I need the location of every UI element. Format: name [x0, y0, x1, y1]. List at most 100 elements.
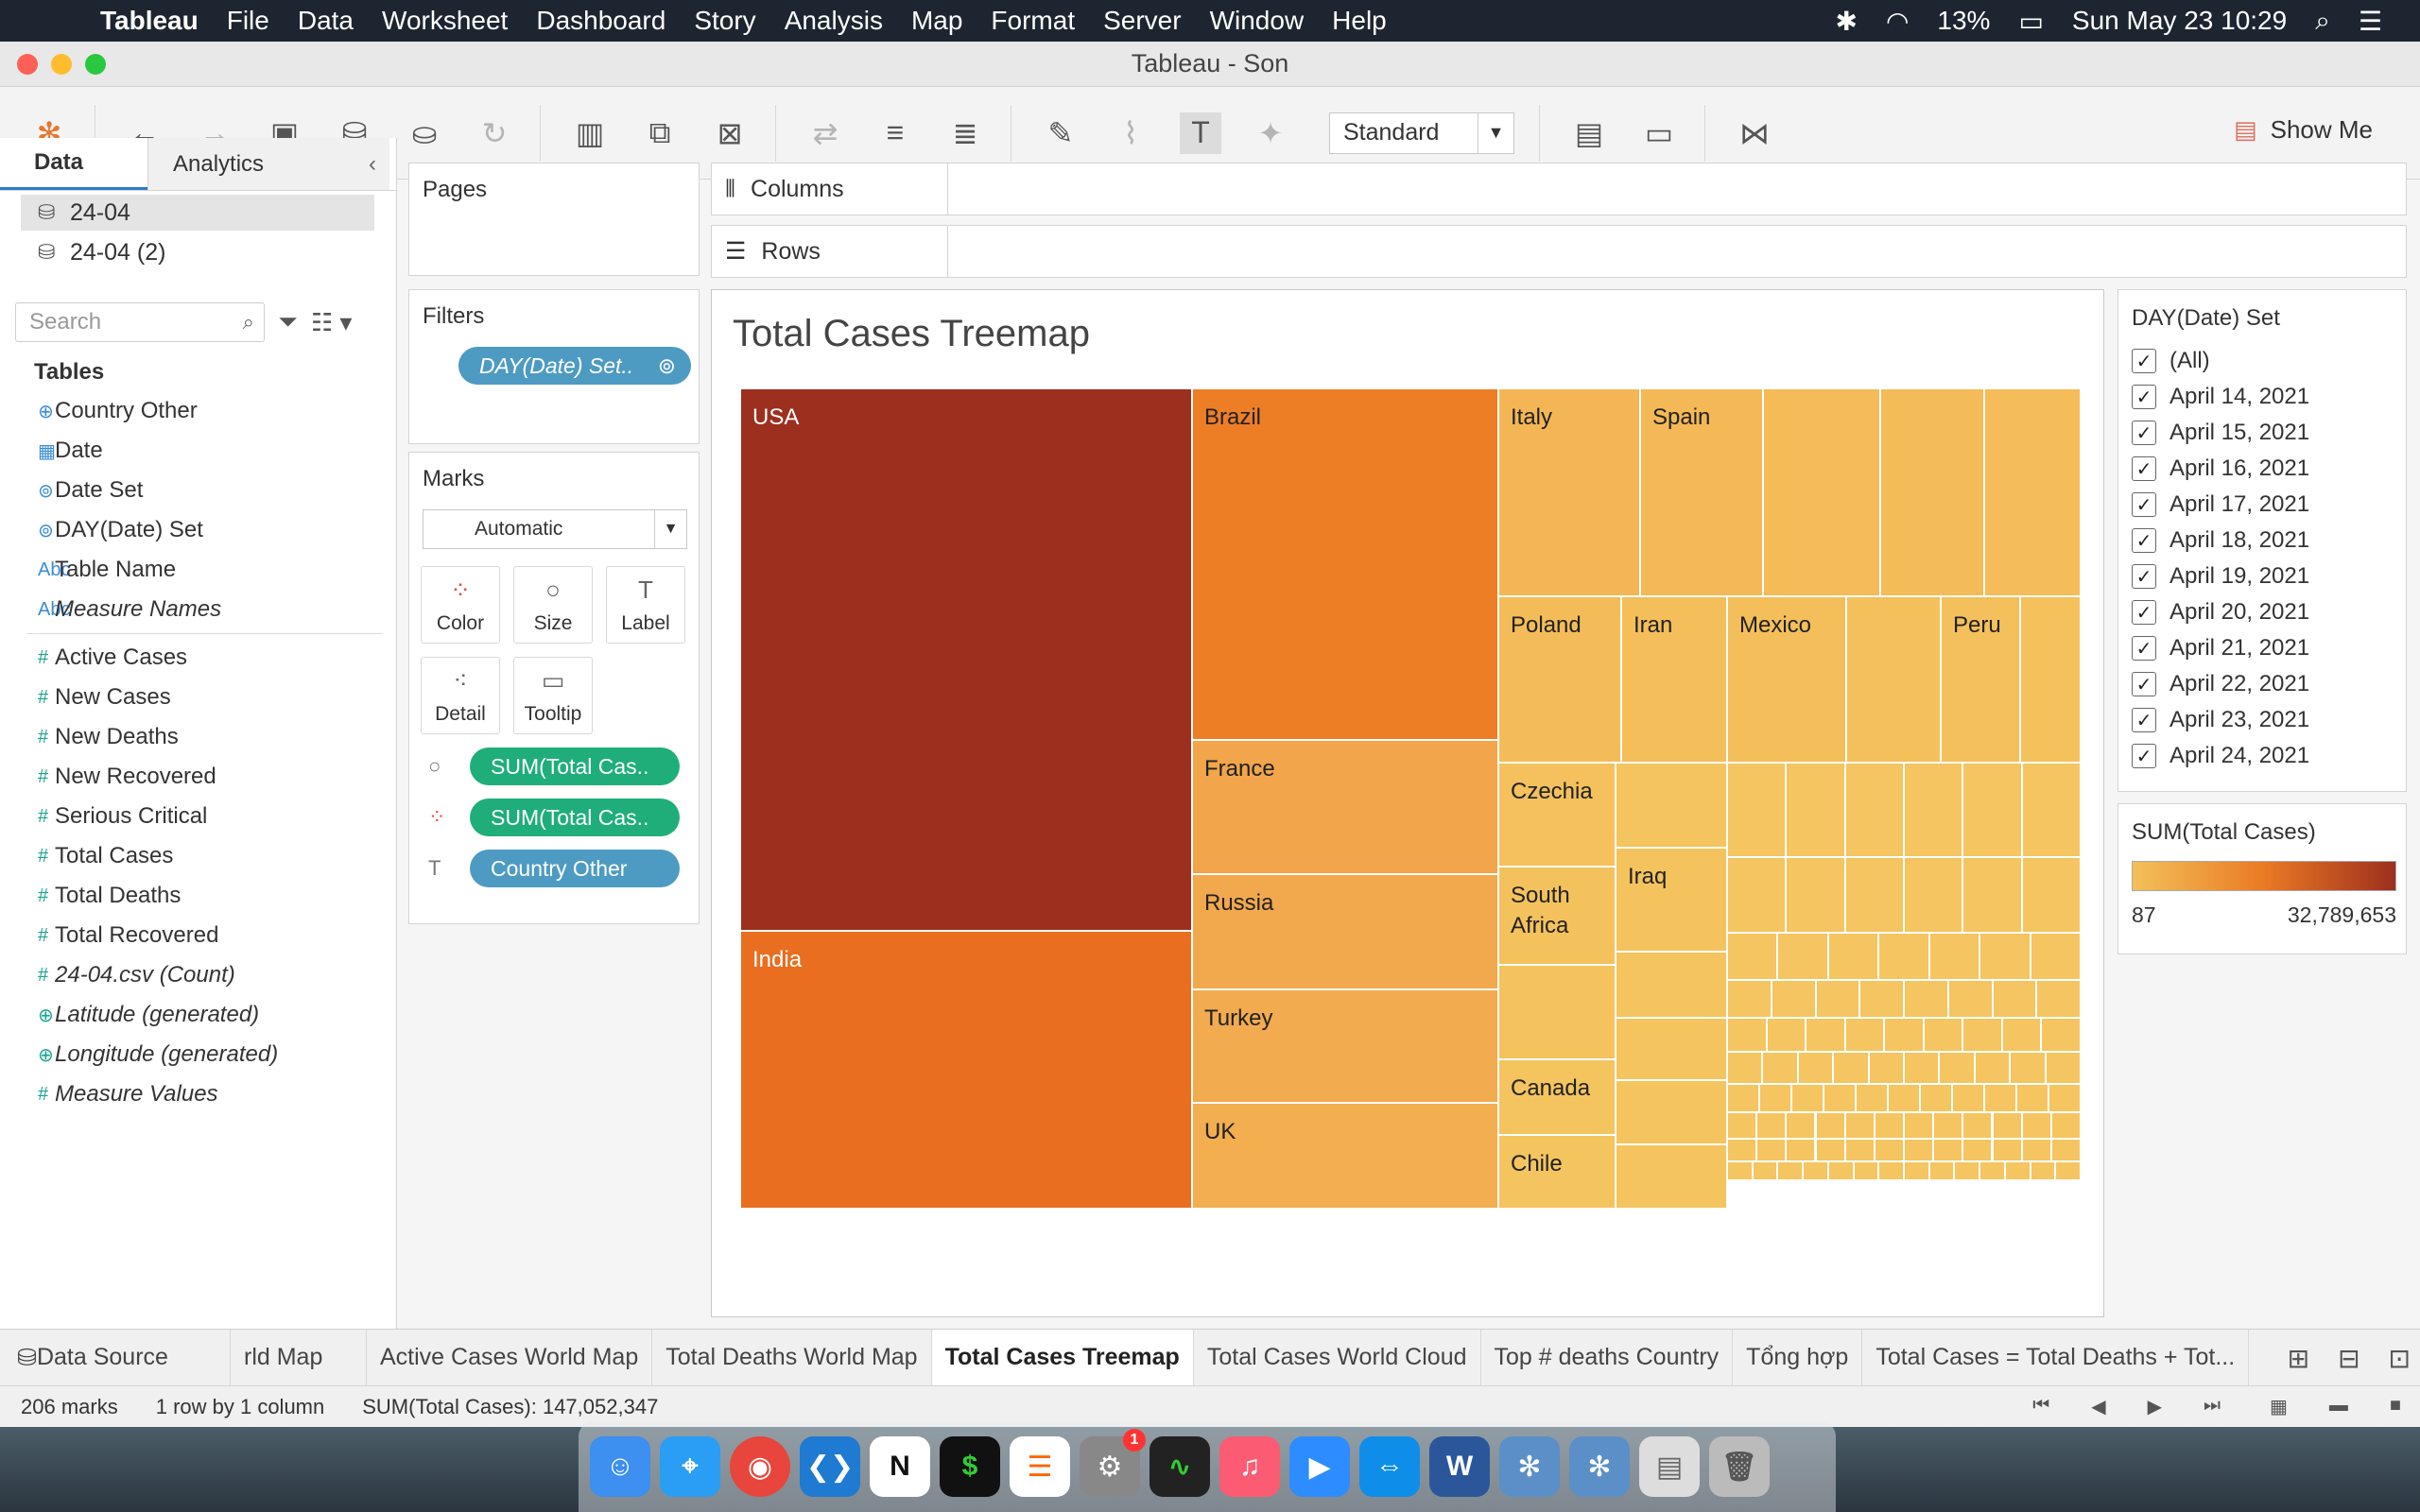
field-item[interactable]: Abc Table Name	[0, 550, 396, 590]
treemap-cell[interactable]	[1727, 1112, 1757, 1139]
filter-pill[interactable]: DAY(Date) Set.. ⊚	[458, 347, 691, 385]
treemap-cell[interactable]	[1762, 1052, 1798, 1084]
checkbox-checked-icon[interactable]: ✓	[2132, 600, 2156, 625]
treemap-cell[interactable]	[1815, 980, 1860, 1018]
treemap-cell[interactable]	[1904, 763, 1963, 857]
field-item[interactable]: ⊚ Date Set	[0, 471, 396, 510]
word-icon[interactable]: W	[1429, 1436, 1490, 1497]
fix-axes-icon[interactable]: ✦	[1250, 112, 1291, 154]
sheet-sorter-icon[interactable]: ▦	[2270, 1395, 2288, 1418]
checkbox-checked-icon[interactable]: ✓	[2132, 708, 2156, 732]
treemap-cell[interactable]	[1815, 1112, 1845, 1139]
reminders-icon[interactable]: ☰	[1010, 1436, 1070, 1497]
treemap-cell[interactable]	[2021, 763, 2081, 857]
treemap-cell[interactable]: Iraq	[1616, 848, 1727, 952]
mark-type-dropdown[interactable]: Automatic ▼	[423, 509, 687, 549]
tab-data-source[interactable]: ⛁ Data Source	[0, 1329, 231, 1386]
battery-percent[interactable]: 13%	[1937, 6, 1990, 36]
treemap-cell[interactable]	[1777, 1161, 1804, 1180]
menu-help[interactable]: Help	[1332, 6, 1387, 36]
treemap-cell[interactable]: Poland	[1498, 596, 1621, 763]
treemap-cell[interactable]	[1833, 1052, 1869, 1084]
treemap-cell[interactable]	[1979, 1161, 2005, 1180]
treemap-cell[interactable]	[1928, 933, 1980, 980]
field-item[interactable]: # New Recovered	[0, 757, 396, 797]
treemap-cell[interactable]: Canada	[1498, 1059, 1616, 1135]
treemap-cell[interactable]: Peru	[1941, 596, 2020, 763]
field-item[interactable]: # Serious Critical	[0, 797, 396, 836]
treemap-cell[interactable]	[1786, 857, 1845, 933]
sheet-tab[interactable]: Total Deaths World Map	[652, 1329, 932, 1386]
battery-icon[interactable]: ▭	[2018, 6, 2043, 37]
treemap-cell[interactable]: Italy	[1498, 388, 1640, 596]
menubar-clock[interactable]: Sun May 23 10:29	[2072, 6, 2287, 36]
treemap-cell[interactable]	[1874, 1112, 1904, 1139]
trash-icon[interactable]: 🗑	[1709, 1436, 1770, 1497]
treemap-cell[interactable]	[1992, 1139, 2022, 1161]
filters-shelf[interactable]: Filters DAY(Date) Set.. ⊚	[408, 289, 700, 444]
tab-analytics[interactable]: Analytics ‹	[147, 138, 389, 190]
treemap-cell[interactable]	[1962, 763, 2022, 857]
treemap-cell[interactable]	[1984, 388, 2081, 596]
treemap-cell[interactable]	[1962, 857, 2022, 933]
treemap-cell[interactable]	[2045, 1052, 2081, 1084]
wifi-icon[interactable]: ◠	[1886, 6, 1909, 37]
set-filter-item[interactable]: ✓ April 24, 2021	[2118, 738, 2406, 774]
treemap-cell[interactable]	[1962, 1018, 2002, 1052]
treemap-cell[interactable]	[1979, 933, 2031, 980]
treemap-cell[interactable]	[2048, 1084, 2081, 1112]
set-filter-item[interactable]: ✓ April 22, 2021	[2118, 666, 2406, 702]
checkbox-checked-icon[interactable]: ✓	[2132, 492, 2156, 517]
tableau-dock-icon[interactable]: ✻	[1499, 1436, 1560, 1497]
field-item[interactable]: # Total Deaths	[0, 876, 396, 916]
field-item[interactable]: # Total Cases	[0, 836, 396, 876]
first-sheet-icon[interactable]: ⏮	[2032, 1395, 2049, 1418]
treemap-cell[interactable]: Mexico	[1727, 596, 1846, 763]
treemap-cell[interactable]	[1952, 1084, 1984, 1112]
checkbox-checked-icon[interactable]: ✓	[2132, 385, 2156, 409]
show-me-button[interactable]: ▤ Show Me	[2234, 115, 2373, 145]
treemap-cell[interactable]	[1939, 1052, 1975, 1084]
treemap-cell[interactable]	[1844, 1139, 1875, 1161]
prev-sheet-icon[interactable]: ◀	[2091, 1395, 2105, 1418]
field-item[interactable]: # Total Recovered	[0, 916, 396, 955]
checkbox-checked-icon[interactable]: ✓	[2132, 636, 2156, 661]
treemap-cell[interactable]	[1844, 763, 1904, 857]
treemap-cell[interactable]	[1859, 980, 1904, 1018]
treemap-cell[interactable]	[1766, 1018, 1806, 1052]
treemap-cell[interactable]	[1777, 933, 1828, 980]
treemap-cell[interactable]: USA	[740, 388, 1192, 931]
treemap-cell[interactable]	[2041, 1018, 2081, 1052]
treemap-cell[interactable]	[2010, 1052, 2046, 1084]
menu-map[interactable]: Map	[911, 6, 962, 36]
share-icon[interactable]: ⋈	[1734, 112, 1775, 154]
treemap-cell[interactable]	[1962, 1139, 1993, 1161]
menu-dashboard[interactable]: Dashboard	[536, 6, 666, 36]
treemap-cell[interactable]: Spain	[1640, 388, 1763, 596]
checkbox-checked-icon[interactable]: ✓	[2132, 564, 2156, 589]
treemap-cell[interactable]: Chile	[1498, 1135, 1616, 1209]
treemap-cell[interactable]	[1992, 980, 2037, 1018]
tabs-view-icon[interactable]: ■	[2390, 1395, 2401, 1418]
treemap-cell[interactable]	[1868, 1052, 1904, 1084]
menu-format[interactable]: Format	[991, 6, 1075, 36]
treemap-cell[interactable]	[1763, 388, 1880, 596]
bluetooth-icon[interactable]: ✱	[1836, 6, 1858, 37]
duplicate-sheet-icon[interactable]: ⧉	[639, 112, 681, 154]
size-pill[interactable]: SUM(Total Cas..	[470, 747, 680, 785]
treemap-cell[interactable]	[1954, 1161, 1980, 1180]
treemap-cell[interactable]	[1878, 933, 1929, 980]
label-button[interactable]: T Label	[606, 566, 685, 644]
clear-sheet-icon[interactable]: ⊠	[709, 112, 751, 154]
sort-ascending-icon[interactable]: ≡	[874, 112, 916, 154]
treemap-cell[interactable]	[1992, 1112, 2022, 1139]
sheet-tab[interactable]: Active Cases World Map	[367, 1329, 653, 1386]
field-item[interactable]: Abc Measure Names	[0, 590, 396, 629]
treemap-cell[interactable]: Turkey	[1192, 989, 1498, 1103]
set-filter-item[interactable]: ✓ April 17, 2021	[2118, 487, 2406, 523]
treemap-cell[interactable]	[1856, 1084, 1888, 1112]
treemap-cell[interactable]	[1928, 1161, 1955, 1180]
treemap-cell[interactable]	[1933, 1139, 1963, 1161]
checkbox-checked-icon[interactable]: ✓	[2132, 528, 2156, 553]
show-mark-labels-icon[interactable]: T	[1180, 112, 1221, 154]
